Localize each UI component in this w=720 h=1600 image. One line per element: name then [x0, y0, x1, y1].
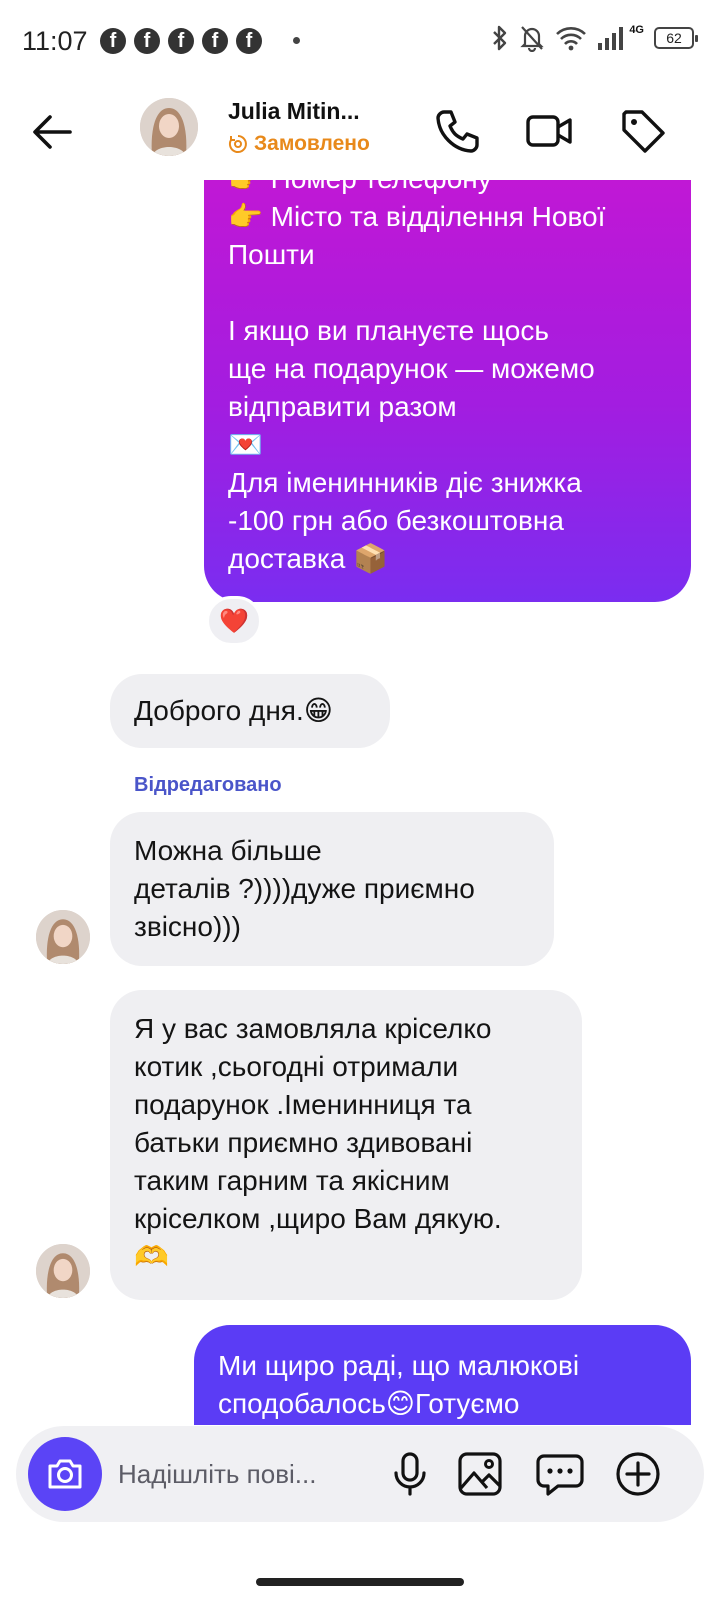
sender-avatar[interactable]	[36, 910, 90, 964]
edited-label: Відредаговано	[134, 774, 282, 796]
message-line: Пошти	[228, 239, 315, 270]
notification-icons: f f f f f	[100, 28, 262, 54]
facebook-icon: f	[168, 28, 194, 54]
message-line: деталів ?))))дуже приємно	[134, 873, 475, 904]
order-status: Замовлено	[228, 132, 370, 156]
message-line: 🫶	[134, 1241, 169, 1272]
plus-circle-icon[interactable]	[612, 1448, 664, 1500]
message-line: кріселком ,щиро Вам дякую.	[134, 1203, 502, 1234]
message-line: Ми щиро раді, що малюкові	[218, 1350, 580, 1381]
message-input[interactable]	[118, 1456, 368, 1492]
message-line: доставка 📦	[228, 543, 388, 574]
phone-icon[interactable]	[432, 106, 482, 156]
message-line: Для іменинників діє знижка	[228, 467, 582, 498]
system-icons: 4G 62	[491, 24, 698, 52]
message-text: Доброго дня.😁	[134, 695, 333, 726]
network-type: 4G	[629, 24, 644, 36]
message-list[interactable]: 👉 Номер телефону 👉 Місто та відділення Н…	[0, 180, 720, 1425]
chat-header: Julia Mitin... Замовлено	[0, 84, 720, 180]
battery-icon: 62	[654, 27, 698, 49]
tag-icon[interactable]	[618, 106, 668, 156]
chat-bubble-icon[interactable]	[534, 1448, 586, 1500]
message-line: подарунок .Іменинниця та	[134, 1089, 472, 1120]
status-bar: 11:07 f f f f f 4G 62	[0, 0, 720, 84]
message-line: -100 грн або безкоштовна	[228, 505, 564, 536]
message-composer	[16, 1426, 704, 1522]
camera-icon	[48, 1459, 82, 1489]
incoming-message[interactable]: Я у вас замовляла кріселко котик ,сьогод…	[110, 990, 582, 1300]
message-line: Можна більше	[134, 835, 322, 866]
facebook-icon: f	[100, 28, 126, 54]
message-line: 👉 Місто та відділення Нової	[228, 201, 606, 232]
message-line: 💌	[228, 429, 263, 460]
back-arrow-icon[interactable]	[28, 108, 76, 156]
order-status-label: Замовлено	[254, 132, 370, 155]
message-line: відправити разом	[228, 391, 457, 422]
message-line	[228, 274, 667, 312]
message-line: Я у вас замовляла кріселко	[134, 1013, 492, 1044]
wifi-icon	[556, 27, 587, 51]
image-icon[interactable]	[454, 1448, 506, 1500]
bluetooth-icon	[493, 25, 507, 51]
message-line: сподобалось😊Готуємо	[218, 1388, 520, 1419]
message-line: батьки приємно здивовані	[134, 1127, 473, 1158]
incoming-message[interactable]: Доброго дня.😁	[110, 674, 390, 748]
facebook-icon: f	[236, 28, 262, 54]
microphone-icon[interactable]	[384, 1448, 436, 1500]
outgoing-message[interactable]: 👉 Номер телефону 👉 Місто та відділення Н…	[204, 180, 691, 602]
contact-name[interactable]: Julia Mitin...	[228, 98, 360, 125]
more-notifications-dot	[293, 37, 300, 44]
facebook-icon: f	[134, 28, 160, 54]
home-indicator[interactable]	[256, 1578, 464, 1586]
camera-button[interactable]	[28, 1437, 102, 1511]
video-camera-icon[interactable]	[524, 106, 574, 156]
message-line: І якщо ви плануєте щось	[228, 315, 549, 346]
message-line: ще на подарунок — можемо	[228, 353, 595, 384]
status-time: 11:07	[22, 26, 88, 56]
heart-icon: ❤️	[219, 607, 249, 635]
message-line: 👉 Номер телефону	[228, 180, 667, 198]
contact-avatar[interactable]	[140, 98, 198, 156]
message-line: звісно)))	[134, 911, 241, 942]
sender-avatar[interactable]	[36, 1244, 90, 1298]
mute-bell-icon	[520, 26, 544, 52]
heart-reaction[interactable]: ❤️	[206, 596, 262, 646]
order-status-icon	[228, 135, 247, 153]
message-line: таким гарним та якісним	[134, 1165, 450, 1196]
message-line: котик ,сьогодні отримали	[134, 1051, 459, 1082]
incoming-message[interactable]: Можна більше деталів ?))))дуже приємно з…	[110, 812, 554, 966]
facebook-icon: f	[202, 28, 228, 54]
signal-icon	[598, 27, 624, 50]
outgoing-message[interactable]: Ми щиро раді, що малюкові сподобалось😊Го…	[194, 1325, 691, 1425]
